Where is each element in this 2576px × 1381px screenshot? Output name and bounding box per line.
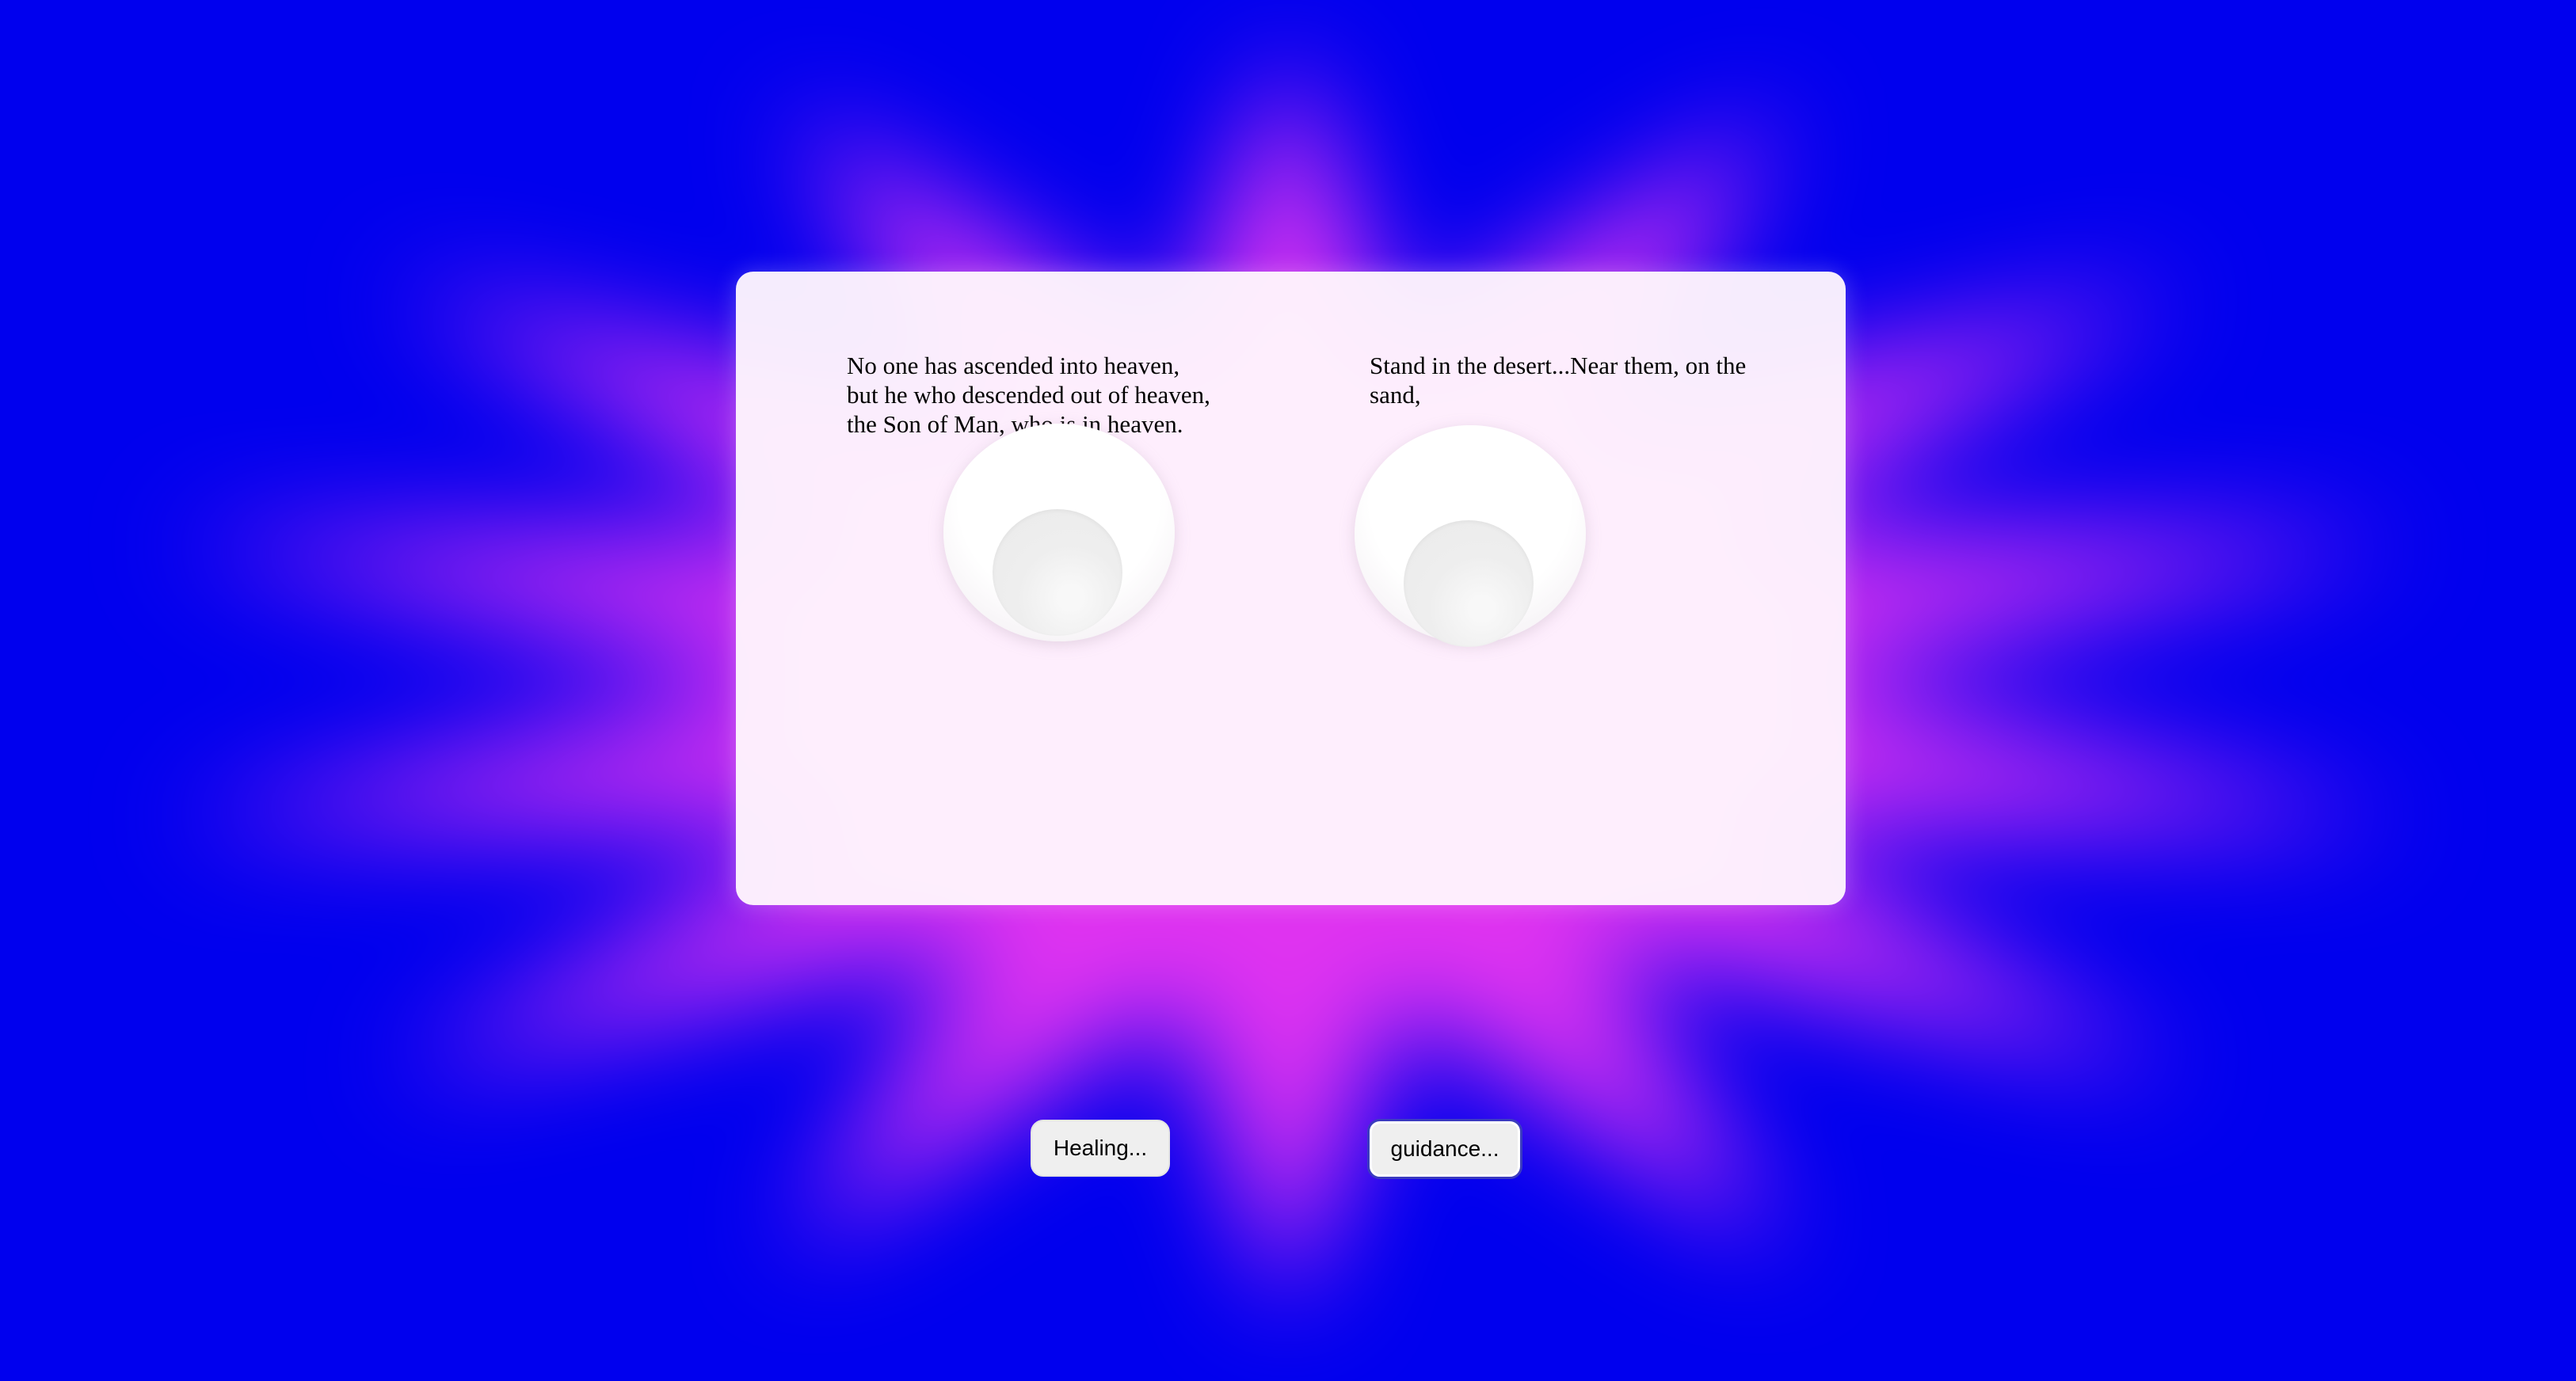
pupil-right <box>1404 520 1534 647</box>
right-verse-text: Stand in the desert...Near them, on the … <box>1370 352 1747 409</box>
card-panel: No one has ascended into heaven, but he … <box>736 272 1846 905</box>
left-verse-text: No one has ascended into heaven, but he … <box>847 352 1210 438</box>
googly-eye-right <box>1355 425 1586 647</box>
pupil-left <box>993 509 1122 636</box>
healing-button[interactable]: Healing... <box>1031 1120 1170 1177</box>
googly-eye-left <box>943 424 1175 641</box>
guidance-button[interactable]: guidance... <box>1367 1119 1522 1179</box>
